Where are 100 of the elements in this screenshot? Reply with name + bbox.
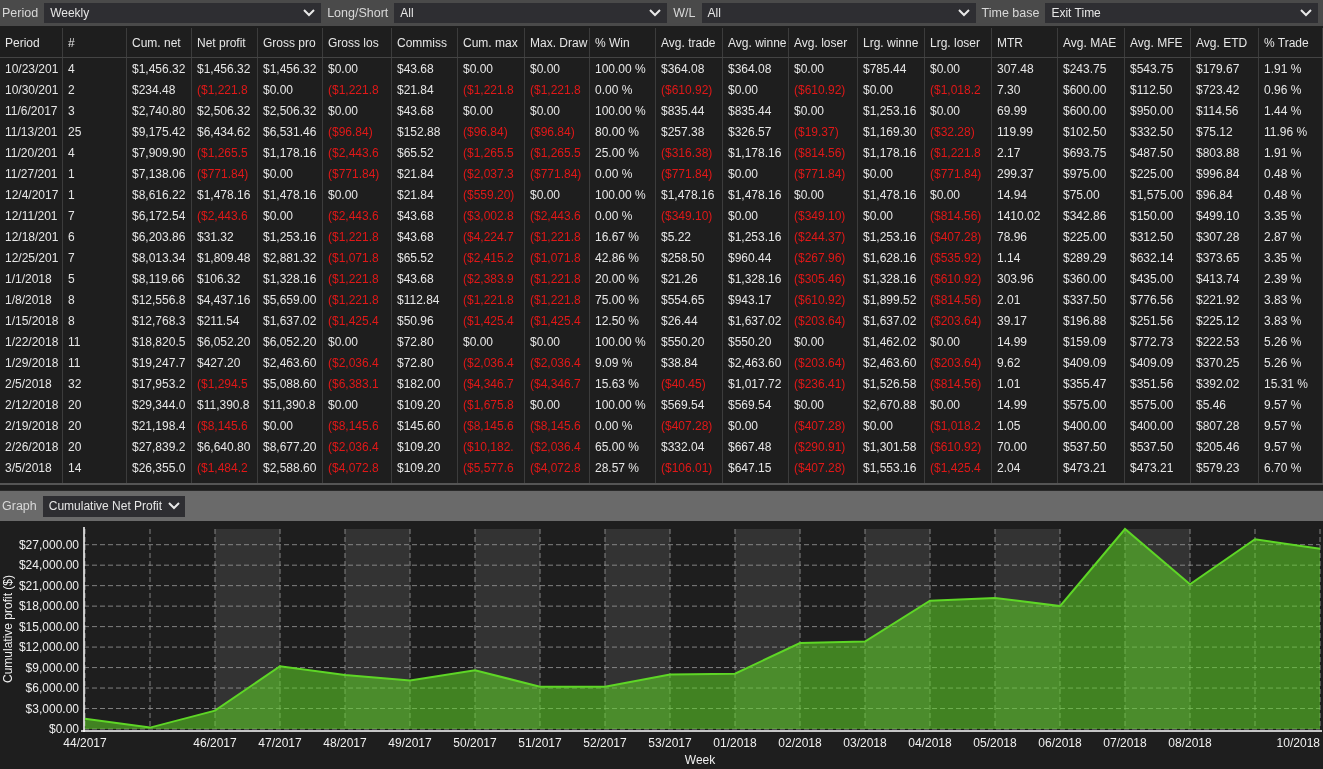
y-tick-label: $24,000.00 [18,558,79,573]
table-cell: $413.74 [1191,268,1259,289]
table-cell: $21.84 [392,184,458,205]
table-cell: $1,899.52 [858,289,925,310]
table-cell: $102.50 [1058,121,1125,142]
y-tick-label: $9,000.00 [25,660,79,675]
x-tick-label: 46/2017 [193,736,237,750]
column-header[interactable]: Cum. net [127,28,192,57]
column-header[interactable]: Max. Draw [525,28,590,57]
table-cell: 1/8/2018 [0,289,63,310]
table-cell: $575.00 [1058,394,1125,415]
column-header[interactable]: Avg. trade [656,28,723,57]
chevron-down-icon [957,9,970,17]
column-header[interactable]: Lrg. winne [858,28,925,57]
column-header[interactable]: Cum. max [458,28,525,57]
table-cell: 100.00 % [590,100,656,121]
table-cell: $1,178.16 [258,142,323,163]
table-cell: $332.04 [656,436,723,457]
table-cell: $537.50 [1125,436,1191,457]
column-header[interactable]: Lrg. loser [925,28,992,57]
table-cell: $373.65 [1191,247,1259,268]
table-cell: 11/27/201 [0,163,63,184]
table-cell: $5,088.60 [258,373,323,394]
column-header[interactable]: # [63,28,127,57]
table-cell: 12/18/201 [0,226,63,247]
column-header[interactable]: Commiss [392,28,458,57]
column-header[interactable]: Avg. MAE [1058,28,1125,57]
table-cell: $785.44 [858,58,925,79]
table-cell: ($2,443.6 [323,142,392,163]
filter-label: W/L [672,6,697,20]
table-cell: $0.00 [323,58,392,79]
table-cell: ($407.28) [789,457,858,478]
table-cell: $1,637.02 [858,310,925,331]
table-cell: $27,839.2 [127,436,192,457]
column-header[interactable]: Avg. loser [789,28,858,57]
column-header[interactable]: Gross pro [258,28,323,57]
filter-dropdown[interactable]: All [394,3,668,23]
table-cell: $355.47 [1058,373,1125,394]
table-cell: ($2,415.2 [458,247,525,268]
column-header[interactable]: Avg. MFE [1125,28,1191,57]
filter-dropdown[interactable]: All [701,3,976,23]
table-cell: ($8,145.6 [458,415,525,436]
y-tick-label: $0.00 [48,722,79,736]
x-tick-label: 44/2017 [63,736,107,750]
x-tick-label: 53/2017 [648,736,692,750]
table-cell: $975.00 [1058,163,1125,184]
table-cell: 119.99 [992,121,1058,142]
table-cell: 10/23/201 [0,58,63,79]
column-header[interactable]: Gross los [323,28,392,57]
table-cell: $243.75 [1058,58,1125,79]
table-cell: 2/12/2018 [0,394,63,415]
chevron-down-icon [1300,9,1313,17]
table-cell: $400.00 [1058,415,1125,436]
table-cell: 28.57 % [590,457,656,478]
table-cell: 2/5/2018 [0,373,63,394]
table-cell: 1410.02 [992,205,1058,226]
column-header[interactable]: MTR [992,28,1058,57]
filter-dropdown[interactable]: Exit Time [1045,3,1319,23]
table-cell: ($19.37) [789,121,858,142]
table-cell: $0.00 [525,331,590,352]
table-cell: 2.39 % [1259,268,1323,289]
table-cell: $0.00 [858,163,925,184]
table-cell: ($8,145.6 [192,415,258,436]
table-cell: $1,328.16 [258,268,323,289]
axis-title: Week [684,753,716,767]
table-cell: $554.65 [656,289,723,310]
graph-dropdown[interactable]: Cumulative Net Profit [42,495,185,517]
table-cell: $370.25 [1191,352,1259,373]
table-cell: ($316.38) [656,142,723,163]
table-cell: $8,013.34 [127,247,192,268]
column-header[interactable]: % Win [590,28,656,57]
table-cell: $0.00 [789,184,858,205]
table-cell: $537.50 [1058,436,1125,457]
table-cell: ($771.84) [656,163,723,184]
table-cell: 14.94 [992,184,1058,205]
x-tick-label: 49/2017 [388,736,432,750]
table-cell: $109.20 [392,457,458,478]
table-cell: ($1,265.5 [192,142,258,163]
table-cell: $2,588.60 [258,457,323,478]
filter-dropdown[interactable]: Weekly [44,3,322,23]
column-header[interactable]: Net profit [192,28,258,57]
column-header[interactable]: % Trade [1259,28,1323,57]
table-cell: 307.48 [992,58,1058,79]
table-cell: 4 [63,142,127,163]
column-header[interactable]: Period [0,28,63,57]
table-cell: 100.00 % [590,58,656,79]
table-cell: $289.29 [1058,247,1125,268]
table-cell: $2,740.80 [127,100,192,121]
table-cell: $43.68 [392,268,458,289]
table-cell: ($1,018.2 [925,79,992,100]
table-cell: $1,253.16 [858,226,925,247]
table-cell: $5,659.00 [258,289,323,310]
table-cell: $1,456.32 [127,58,192,79]
table-cell: $1,253.16 [258,226,323,247]
table-cell: $205.46 [1191,436,1259,457]
table-cell: $2,670.88 [858,394,925,415]
table-cell: $21.26 [656,268,723,289]
column-header[interactable]: Avg. winne [723,28,789,57]
table-cell: $569.54 [723,394,789,415]
column-header[interactable]: Avg. ETD [1191,28,1259,57]
